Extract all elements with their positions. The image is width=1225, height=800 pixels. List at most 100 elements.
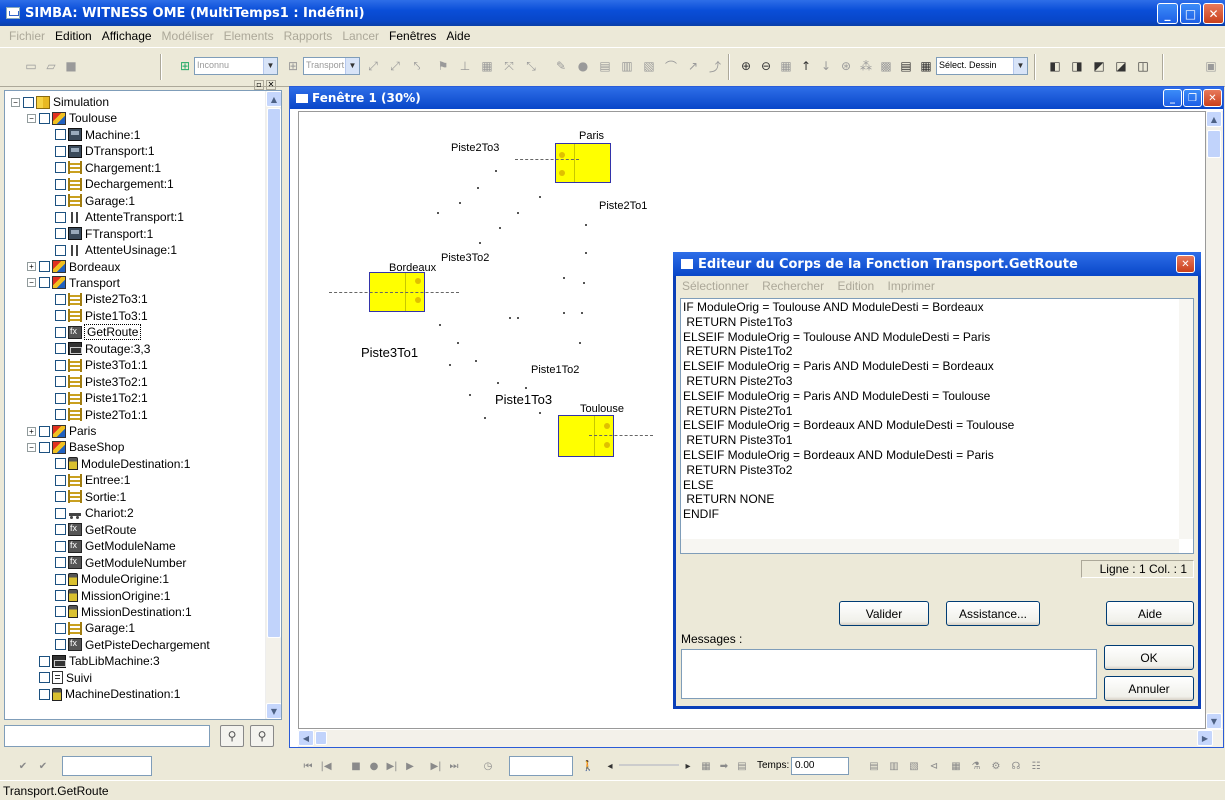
report-icon[interactable]: ⚗: [969, 758, 983, 774]
tree-item[interactable]: + Paris: [27, 423, 96, 439]
tree-checkbox[interactable]: [55, 590, 66, 601]
tool-icon[interactable]: ⌒: [662, 57, 680, 75]
tree-checkbox[interactable]: [55, 228, 66, 240]
menu-select[interactable]: Sélectionner: [682, 279, 749, 293]
ok-button[interactable]: OK: [1104, 645, 1194, 670]
tool-icon[interactable]: ⚑: [434, 57, 452, 75]
tree-item[interactable]: Piste2To3:1: [43, 291, 148, 307]
assistance-button[interactable]: Assistance...: [946, 601, 1040, 626]
run-until-input[interactable]: [509, 756, 573, 776]
tool-icon[interactable]: ⁂: [857, 57, 875, 75]
report-icon[interactable]: ☷: [1029, 758, 1043, 774]
tree-checkbox[interactable]: [55, 524, 66, 536]
tool-icon[interactable]: ➡: [717, 758, 731, 774]
tree-checkbox[interactable]: [55, 145, 66, 157]
timer-icon[interactable]: ◷: [481, 758, 495, 774]
tree-checkbox[interactable]: [55, 162, 66, 174]
tree-item[interactable]: − Simulation: [11, 94, 109, 110]
report-icon[interactable]: ▦: [949, 758, 963, 774]
tree-checkbox[interactable]: [55, 211, 66, 223]
tree-checkbox[interactable]: [55, 540, 66, 552]
tree-item[interactable]: Garage:1: [43, 193, 135, 209]
tool-icon[interactable]: ▤: [596, 57, 614, 75]
tool-icon[interactable]: ✎: [552, 57, 570, 75]
tree-checkbox[interactable]: [39, 441, 50, 453]
chevron-down-icon[interactable]: ▼: [263, 58, 277, 74]
play-icon[interactable]: ▶: [403, 758, 417, 774]
find-icon[interactable]: ⚲: [220, 725, 244, 747]
tree-item[interactable]: MissionOrigine:1: [43, 588, 170, 604]
tool-icon[interactable]: ◪: [1112, 57, 1130, 75]
tree-checkbox[interactable]: [55, 343, 66, 355]
menu-lancer[interactable]: Lancer: [337, 29, 384, 43]
scroll-up-icon[interactable]: ▲: [266, 91, 281, 107]
tree-checkbox[interactable]: [55, 310, 66, 322]
arrow-down-icon[interactable]: ↓: [817, 57, 835, 75]
command-input[interactable]: [62, 756, 152, 776]
tree-item[interactable]: Piste1To2:1: [43, 390, 148, 406]
tree-item[interactable]: Chariot:2: [43, 505, 134, 521]
open-file-icon[interactable]: ▱: [42, 57, 60, 75]
tree-item[interactable]: MachineDestination:1: [27, 686, 180, 702]
expand-icon[interactable]: +: [27, 426, 36, 436]
step-forward-icon[interactable]: ▶|: [429, 758, 443, 774]
step-back-icon[interactable]: |◀: [319, 758, 333, 774]
tool-icon[interactable]: ⤡: [522, 57, 540, 75]
tool-icon[interactable]: ▦: [478, 57, 496, 75]
element-select-combo[interactable]: Transport.GetR▼: [303, 57, 360, 75]
tree-checkbox[interactable]: [55, 622, 66, 634]
tree-checkbox[interactable]: [23, 96, 34, 108]
scroll-left-icon[interactable]: ◀: [298, 730, 314, 746]
tree-checkbox[interactable]: [55, 376, 66, 388]
tree-checkbox[interactable]: [39, 261, 50, 272]
tree-item[interactable]: Piste1To3:1: [43, 308, 148, 324]
tree-checkbox[interactable]: [39, 672, 50, 684]
find-next-icon[interactable]: ⚲: [250, 725, 274, 747]
tool-icon[interactable]: ▩: [877, 57, 895, 75]
tool-icon[interactable]: ◧: [1046, 57, 1064, 75]
tree-checkbox[interactable]: [39, 688, 50, 700]
tree-item[interactable]: Piste3To2:1: [43, 374, 148, 390]
stop-icon[interactable]: ■: [349, 758, 363, 774]
menu-modeliser[interactable]: Modéliser: [157, 29, 219, 43]
vscroll-thumb[interactable]: [1207, 130, 1221, 158]
editor-close-button[interactable]: ✕: [1176, 255, 1195, 273]
tree-checkbox[interactable]: [55, 409, 66, 421]
tree-checkbox[interactable]: [39, 655, 50, 667]
zoom-in-icon[interactable]: ⊕: [737, 57, 755, 75]
module-paris[interactable]: [555, 143, 611, 183]
tool-icon[interactable]: ▧: [640, 57, 658, 75]
speed-slider[interactable]: [619, 764, 679, 766]
tree-item[interactable]: MissionDestination:1: [43, 604, 192, 620]
tree-item[interactable]: Suivi: [27, 670, 92, 686]
canvas-close-button[interactable]: ✕: [1203, 89, 1222, 107]
tool-icon[interactable]: ⊛: [837, 57, 855, 75]
scroll-up-icon[interactable]: ▲: [1206, 111, 1222, 127]
tree-item[interactable]: Garage:1: [43, 620, 135, 636]
layout-icon[interactable]: ▤: [897, 57, 915, 75]
menu-search[interactable]: Rechercher: [762, 279, 824, 293]
menu-affichage[interactable]: Affichage: [97, 29, 157, 43]
tool-icon[interactable]: ✔: [36, 758, 50, 774]
tree-checkbox[interactable]: [55, 326, 66, 338]
hscroll-thumb[interactable]: [315, 731, 327, 745]
collapse-icon[interactable]: −: [27, 113, 36, 123]
module-toulouse[interactable]: [558, 415, 614, 457]
tree-checkbox[interactable]: [55, 129, 66, 141]
scroll-thumb[interactable]: [267, 108, 281, 638]
tree-item[interactable]: GetRoute: [43, 324, 142, 341]
grid-icon[interactable]: ▦: [777, 57, 795, 75]
validate-button[interactable]: Valider: [839, 601, 929, 626]
tool-icon[interactable]: ▤: [735, 758, 749, 774]
menu-print[interactable]: Imprimer: [887, 279, 934, 293]
tool-icon[interactable]: ↗: [684, 57, 702, 75]
tree-checkbox[interactable]: [55, 573, 66, 585]
tree-item[interactable]: − BaseShop: [27, 439, 124, 455]
tool-icon[interactable]: ◩: [1090, 57, 1108, 75]
save-icon[interactable]: ■: [62, 57, 80, 75]
report-icon[interactable]: ☊: [1009, 758, 1023, 774]
menu-edit[interactable]: Edition: [837, 279, 874, 293]
tool-icon[interactable]: ◫: [1134, 57, 1152, 75]
tool-icon[interactable]: ✔: [16, 758, 30, 774]
tree-checkbox[interactable]: [55, 359, 66, 371]
